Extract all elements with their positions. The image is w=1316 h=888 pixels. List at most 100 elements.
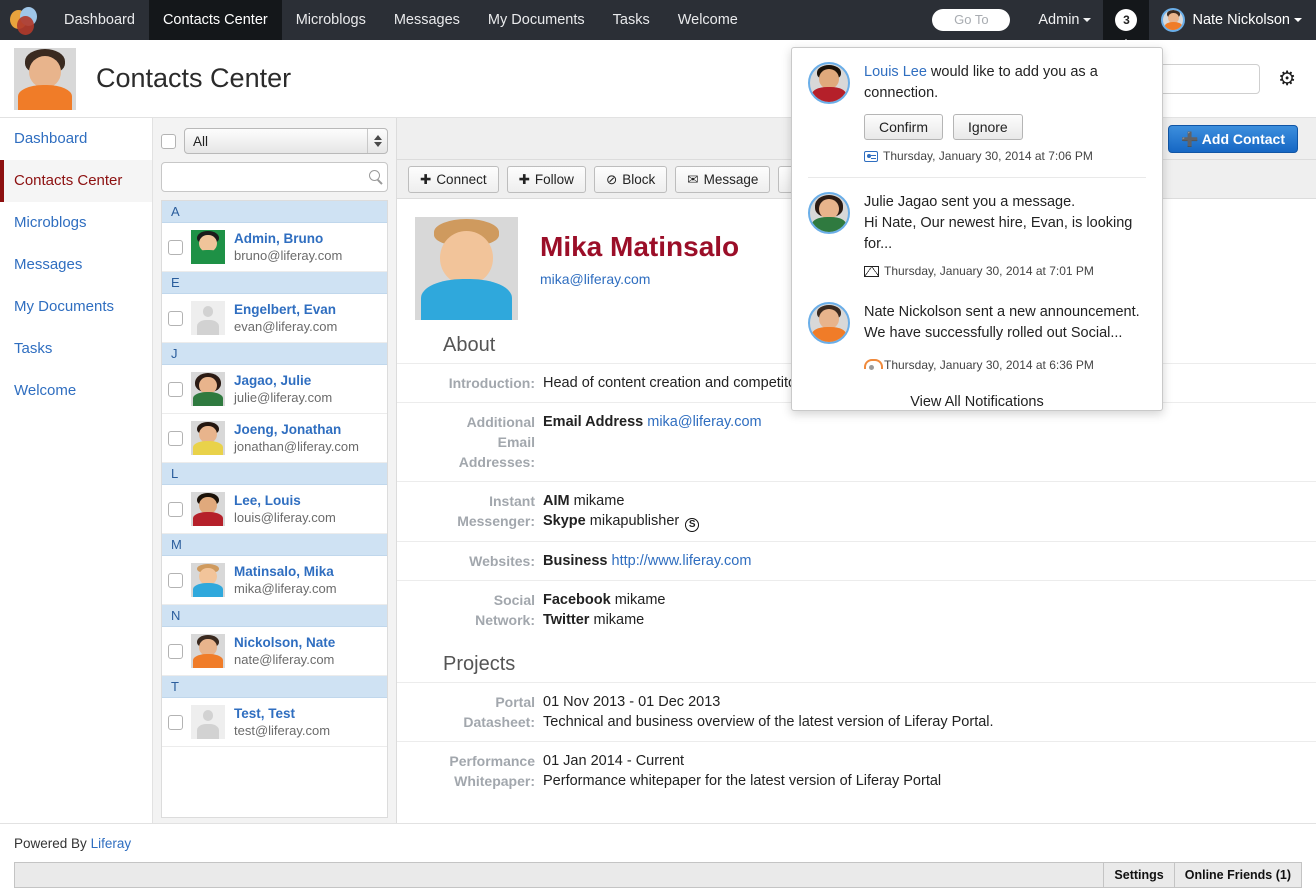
contact-name[interactable]: Jagao, Julie [234, 373, 332, 389]
envelope-icon [864, 265, 879, 277]
contacts-list-toolbar: All [153, 118, 396, 154]
sidebar-item-my-documents[interactable]: My Documents [0, 286, 152, 328]
nav-item-dashboard[interactable]: Dashboard [50, 0, 149, 40]
notifications-button[interactable]: 3 [1103, 0, 1150, 47]
group-header-l: L [162, 463, 387, 485]
add-contact-button[interactable]: ➕ Add Contact [1167, 125, 1298, 153]
gear-icon[interactable]: ⚙ [1278, 69, 1296, 89]
field-value-link[interactable]: mika@liferay.com [647, 414, 761, 430]
notification-preview: Hi Nate, Our newest hire, Evan, is looki… [864, 215, 1133, 252]
contact-name[interactable]: Lee, Louis [234, 493, 336, 509]
contact-checkbox[interactable] [168, 381, 183, 397]
list-item[interactable]: Jagao, Julie julie@liferay.com [162, 365, 387, 414]
field-value: Head of content creation and competitor … [543, 375, 814, 391]
contact-checkbox[interactable] [168, 572, 183, 588]
field-value-bold: Email Address [543, 414, 644, 430]
contact-name[interactable]: Engelbert, Evan [234, 302, 337, 318]
contact-checkbox[interactable] [168, 643, 183, 659]
field-value: 01 Nov 2013 - 01 Dec 2013 Technical and … [543, 692, 994, 732]
field-label: Social Network: [475, 592, 535, 628]
notification-text: Nate Nickolson sent a new announcement. [864, 304, 1140, 320]
sidebar-item-microblogs[interactable]: Microblogs [0, 202, 152, 244]
list-item[interactable]: Nickolson, Nate nate@liferay.com [162, 627, 387, 676]
contact-email: nate@liferay.com [234, 651, 335, 667]
group-header-e: E [162, 272, 387, 294]
liferay-link[interactable]: Liferay [91, 836, 132, 851]
nav-item-messages[interactable]: Messages [380, 0, 474, 40]
confirm-button[interactable]: Confirm [864, 114, 944, 140]
admin-menu[interactable]: Admin [1026, 12, 1103, 28]
contact-checkbox[interactable] [168, 430, 183, 446]
notification-item-message: Julie Jagao sent you a message. Hi Nate,… [792, 178, 1162, 278]
contact-name[interactable]: Matinsalo, Mika [234, 564, 337, 580]
connect-button[interactable]: ✚ Connect [408, 165, 499, 193]
im-aim-value: mikame [573, 493, 625, 509]
section-heading-projects: Projects [443, 653, 516, 675]
left-sidebar: Dashboard Contacts Center Microblogs Mes… [0, 118, 153, 823]
contact-name[interactable]: Admin, Bruno [234, 231, 342, 247]
go-to-button[interactable]: Go To [932, 9, 1011, 31]
contacts-list-panel: All A Admin, Bruno bruno@liferay.com E E… [153, 118, 397, 823]
list-item[interactable]: Lee, Louis louis@liferay.com [162, 485, 387, 534]
chevron-down-icon [1083, 18, 1092, 23]
contact-email: mika@liferay.com [234, 580, 337, 596]
ignore-button[interactable]: Ignore [953, 114, 1023, 140]
powered-by: Powered By Liferay [0, 824, 1316, 851]
user-menu[interactable]: Nate Nickolson [1149, 8, 1316, 32]
contacts-filter-select[interactable]: All [184, 128, 388, 154]
profile-email[interactable]: mika@liferay.com [540, 271, 739, 287]
contact-name[interactable]: Joeng, Jonathan [234, 422, 359, 438]
select-all-checkbox[interactable] [161, 133, 176, 149]
avatar [1161, 8, 1186, 32]
list-item[interactable]: Joeng, Jonathan jonathan@liferay.com [162, 414, 387, 463]
list-item[interactable]: Matinsalo, Mika mika@liferay.com [162, 556, 387, 605]
list-item[interactable]: Test, Test test@liferay.com [162, 698, 387, 747]
notification-count-badge: 3 [1115, 9, 1138, 31]
follow-button[interactable]: ✚ Follow [506, 165, 586, 193]
contacts-search-box[interactable] [161, 162, 388, 192]
profile-avatar [415, 217, 518, 320]
list-item[interactable]: Admin, Bruno bruno@liferay.com [162, 223, 387, 272]
sidebar-item-dashboard[interactable]: Dashboard [0, 118, 152, 160]
contact-email: bruno@liferay.com [234, 247, 343, 263]
search-icon [369, 170, 380, 181]
view-all-notifications-link[interactable]: View All Notifications [792, 372, 1162, 410]
field-value: AIM mikame Skype mikapublisher S [543, 491, 700, 532]
nav-item-my-documents[interactable]: My Documents [474, 0, 599, 40]
website-link[interactable]: http://www.liferay.com [612, 553, 752, 569]
contact-checkbox[interactable] [168, 239, 183, 255]
contact-checkbox[interactable] [168, 310, 183, 326]
message-button[interactable]: ✉ Message [675, 165, 771, 193]
group-header-j: J [162, 343, 387, 365]
plus-circle-icon: ✚ [420, 171, 432, 187]
project-description: Technical and business overview of the l… [543, 714, 994, 730]
chat-settings-button[interactable]: Settings [1103, 863, 1173, 887]
block-button[interactable]: ⊘ Block [593, 165, 668, 193]
nav-item-tasks[interactable]: Tasks [599, 0, 664, 40]
notification-timestamp: Thursday, January 30, 2014 at 7:01 PM [864, 264, 1146, 278]
nav-item-welcome[interactable]: Welcome [664, 0, 752, 40]
site-avatar [14, 47, 76, 110]
notification-actor-link[interactable]: Louis Lee [864, 64, 927, 80]
contacts-search-input[interactable] [162, 163, 387, 191]
social-facebook-value: mikame [614, 592, 666, 608]
sidebar-item-contacts-center[interactable]: Contacts Center [0, 160, 152, 202]
top-nav-right: Go To Admin 3 Nate Nickolson [932, 0, 1316, 47]
sidebar-item-messages[interactable]: Messages [0, 244, 152, 286]
liferay-logo-icon[interactable] [0, 0, 50, 40]
sidebar-item-tasks[interactable]: Tasks [0, 328, 152, 370]
online-friends-button[interactable]: Online Friends (1) [1173, 863, 1301, 887]
notification-actions: Confirm Ignore [864, 114, 1146, 140]
envelope-icon: ✉ [687, 171, 699, 187]
nav-item-contacts-center[interactable]: Contacts Center [148, 0, 282, 40]
list-item[interactable]: Engelbert, Evan evan@liferay.com [162, 294, 387, 343]
field-label: Instant Messenger: [457, 493, 535, 529]
profile-name: Mika Matinsalo [540, 231, 740, 262]
nav-item-microblogs[interactable]: Microblogs [282, 0, 380, 40]
chevron-down-icon [1294, 18, 1302, 22]
contact-name[interactable]: Nickolson, Nate [234, 635, 335, 651]
contact-name[interactable]: Test, Test [234, 706, 330, 722]
contact-checkbox[interactable] [168, 714, 183, 730]
contact-checkbox[interactable] [168, 501, 183, 517]
sidebar-item-welcome[interactable]: Welcome [0, 370, 152, 412]
